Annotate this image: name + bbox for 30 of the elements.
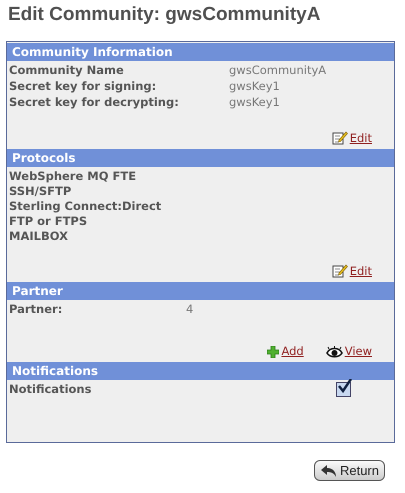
protocol-item: FTP or FTPS	[9, 214, 88, 229]
eye-icon	[326, 346, 343, 358]
field-value: 4	[186, 302, 194, 317]
plus-icon	[267, 346, 280, 358]
edit-link[interactable]: Edit	[350, 131, 372, 145]
field-label: Partner:	[9, 302, 64, 317]
field-value: gwsKey1	[229, 79, 281, 94]
return-button[interactable]: Return	[314, 460, 385, 481]
protocol-item: SSH/SFTP	[9, 184, 72, 199]
checkbox[interactable]	[336, 382, 351, 397]
notifications-label: Notifications	[9, 382, 92, 397]
section-header: Partner	[7, 282, 394, 300]
protocol-item: Sterling Connect:Direct	[9, 199, 162, 214]
section-header: Notifications	[7, 362, 394, 380]
edit-icon	[332, 130, 348, 145]
edit-link[interactable]: Edit	[350, 264, 372, 278]
protocol-item: MAILBOX	[9, 229, 69, 244]
view-link[interactable]: View	[344, 344, 372, 358]
field-label: Secret key for signing:	[9, 79, 158, 94]
edit-icon	[332, 263, 348, 278]
field-label: Secret key for decrypting:	[9, 95, 180, 110]
field-label: Community Name	[9, 63, 125, 78]
add-link[interactable]: Add	[281, 344, 304, 358]
field-value: gwsKey1	[229, 95, 281, 110]
section-header: Community Information	[7, 43, 394, 61]
protocol-item: WebSphere MQ FTE	[9, 169, 138, 184]
field-value: gwsCommunityA	[229, 63, 328, 78]
page-title: Edit Community: gwsCommunityA	[8, 4, 322, 26]
return-arrow-icon	[320, 464, 338, 478]
section-header: Protocols	[7, 149, 394, 167]
